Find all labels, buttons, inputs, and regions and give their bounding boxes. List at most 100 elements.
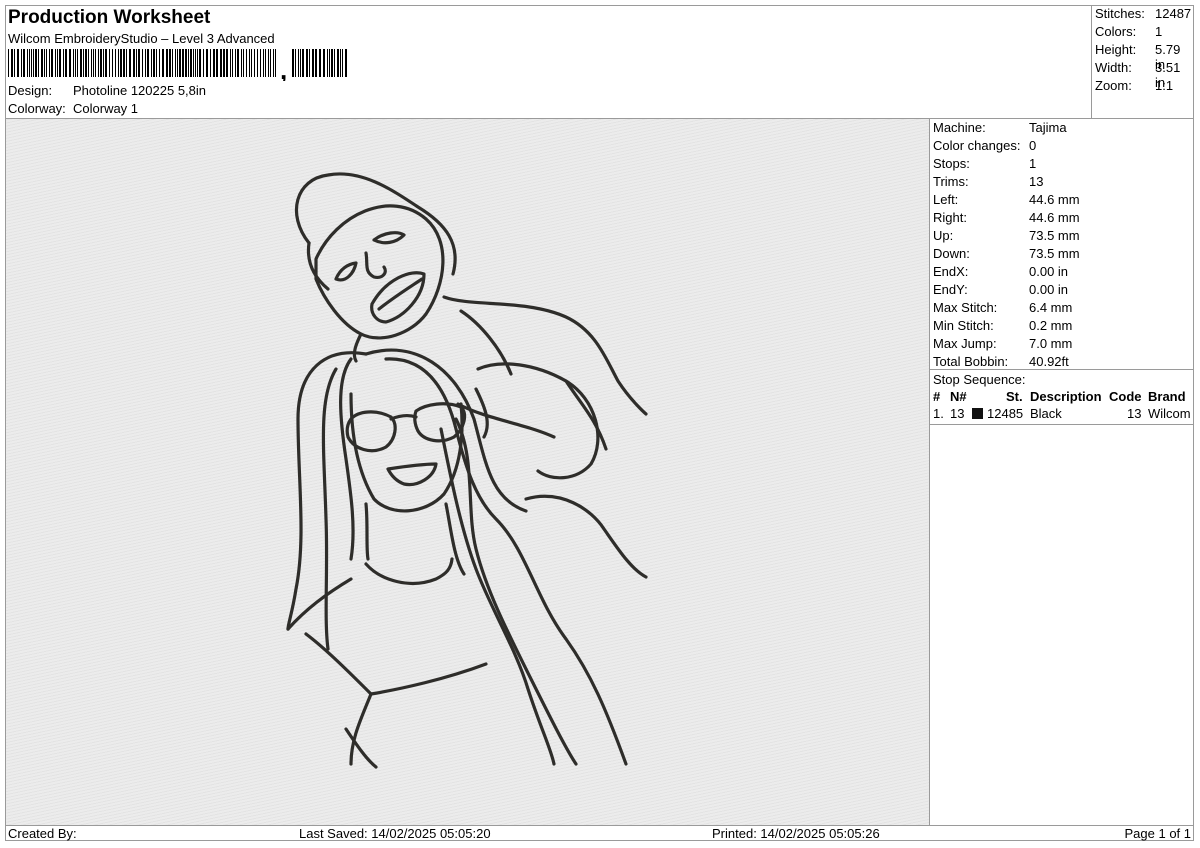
barcode-bar (213, 49, 215, 77)
summary-value: 1 (1155, 24, 1163, 39)
detail-label: Total Bobbin: (933, 354, 1009, 369)
detail-value: 40.92ft (1029, 354, 1069, 369)
barcode-bar (172, 49, 173, 77)
summary-label: Width: (1095, 60, 1132, 75)
detail-row: Trims: 13 (933, 174, 1193, 192)
barcode-bar (33, 49, 34, 77)
woman-hair-strand (439, 427, 556, 766)
detail-label: Right: (933, 210, 967, 225)
detail-row: EndX: 0.00 in (933, 264, 1193, 282)
detail-label: Machine: (933, 120, 986, 135)
man-mouth (370, 271, 426, 324)
detail-label: Trims: (933, 174, 969, 189)
page-number: Page 1 of 1 (1124, 826, 1192, 841)
man-eye (372, 231, 406, 245)
woman-top-side (349, 692, 373, 766)
row-num: 1. (933, 406, 944, 421)
barcode-bar (270, 49, 271, 77)
barcode-bar (210, 49, 211, 77)
barcode-bar (17, 49, 19, 77)
design-value: Photoline 120225 5,8in (73, 83, 207, 98)
barcode-bar (340, 49, 341, 77)
detail-label: Min Stitch: (933, 318, 994, 333)
header-code: Code (1109, 389, 1142, 404)
barcode-bar (275, 49, 276, 77)
woman-collar (364, 557, 454, 585)
color-swatch-icon (972, 408, 983, 419)
barcode-bar (80, 49, 82, 77)
detail-value: 13 (1029, 174, 1044, 189)
barcode-bar (295, 49, 296, 77)
header-st: St. (1006, 389, 1023, 404)
divider (929, 424, 1194, 425)
detail-row: Max Jump: 7.0 mm (933, 336, 1193, 354)
barcode-bar (243, 49, 244, 77)
row-brand: Wilcom (1148, 406, 1191, 421)
divider (929, 118, 930, 825)
barcode-bar (197, 49, 198, 77)
man-strap (456, 402, 556, 439)
barcode-bar (237, 49, 239, 77)
barcode-bar (156, 49, 157, 77)
woman-neck (444, 502, 466, 576)
detail-value: 0.00 in (1029, 282, 1069, 297)
row-description: Black (1030, 406, 1062, 421)
printed-date: Printed: 14/02/2025 05:05:26 (712, 826, 880, 841)
barcode-bar (309, 49, 310, 77)
barcode-bar (342, 49, 343, 77)
barcode-bar (145, 49, 146, 77)
barcode-bar (182, 49, 184, 77)
barcode-bar (329, 49, 330, 77)
detail-label: Down: (933, 246, 970, 261)
woman-mouth (386, 462, 438, 487)
summary-row: Stitches: 12487 (1095, 6, 1193, 24)
barcode-bar (88, 49, 89, 77)
barcode-bar (51, 49, 53, 77)
man-lip-line (377, 277, 424, 311)
header-description: Description (1030, 389, 1102, 404)
header-num: # (933, 389, 941, 404)
row-st: 12485 (987, 406, 1024, 421)
detail-label: EndX: (933, 264, 969, 279)
barcode-bar (220, 49, 222, 77)
stop-sequence-header: # N# St. Description Code Brand (930, 389, 1194, 407)
barcode-bar (44, 49, 45, 77)
barcode-bar (315, 49, 317, 77)
barcode-bar (263, 49, 264, 77)
barcode-bar (292, 49, 294, 77)
barcode-bar (100, 49, 102, 77)
barcode-bar (230, 49, 231, 77)
barcode-bar (257, 49, 258, 77)
detail-value: 0 (1029, 138, 1037, 153)
summary-panel: Stitches: 12487 Colors: 1 Height: 5.79 in W… (1091, 5, 1194, 118)
barcode-bar (203, 49, 204, 77)
colorway-label: Colorway: (8, 101, 66, 116)
detail-row: Min Stitch: 0.2 mm (933, 318, 1193, 336)
barcode-bar (260, 49, 261, 77)
barcode-bar (41, 49, 43, 77)
barcode-bar (147, 49, 149, 77)
barcode-bar (159, 49, 160, 77)
summary-value: 12487 (1155, 6, 1192, 21)
barcode-bar (118, 49, 119, 77)
woman-top (304, 632, 488, 696)
barcode-bar (331, 49, 333, 77)
header-brand: Brand (1148, 389, 1186, 404)
barcode-bar (153, 49, 155, 77)
detail-value: 1 (1029, 156, 1037, 171)
barcode-bar (83, 49, 84, 77)
summary-row: Height: 5.79 in (1095, 42, 1193, 72)
barcode-bar (334, 49, 335, 77)
barcode-bar (46, 49, 47, 77)
barcode-bar (98, 49, 99, 77)
barcode-bar (120, 49, 122, 77)
barcode-bar (345, 49, 347, 77)
barcode-bar (91, 49, 92, 77)
design-preview[interactable] (6, 119, 929, 825)
barcode-icon: , (8, 49, 347, 81)
barcode-bar (93, 49, 94, 77)
man-arm (476, 362, 600, 480)
summary-value: 1:1 (1155, 78, 1174, 93)
worksheet-footer: Created By: Last Saved: 14/02/2025 05:05… (5, 825, 1194, 841)
barcode-bar (216, 49, 218, 77)
